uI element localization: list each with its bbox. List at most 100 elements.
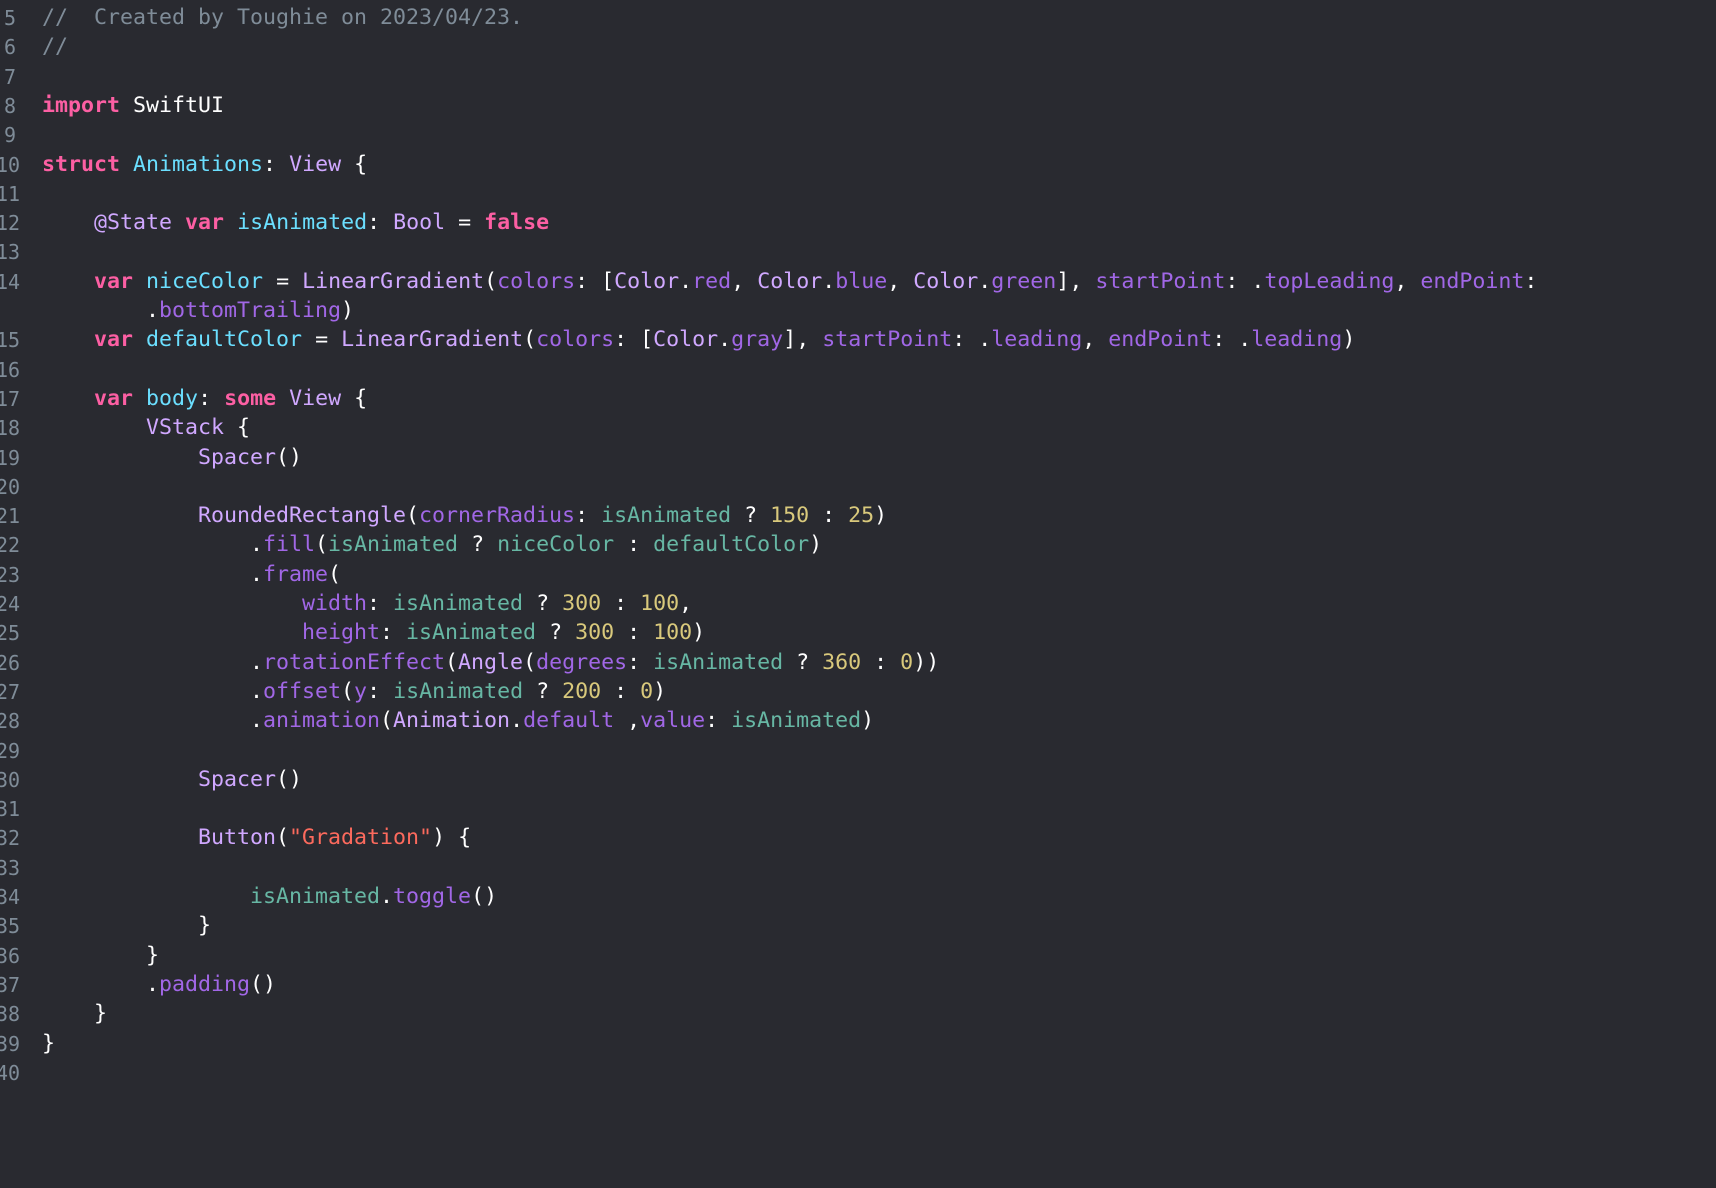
code-line[interactable]: VStack { [42, 412, 250, 444]
code-line[interactable]: } [42, 998, 107, 1030]
code-token: blue [835, 268, 888, 294]
code-token: // [42, 34, 69, 60]
code-token: @State [94, 210, 173, 236]
code-line[interactable]: Spacer() [42, 764, 302, 796]
code-token: isAnimated [406, 620, 537, 646]
code-token: Color [757, 268, 823, 294]
line-number: 19 [0, 445, 21, 470]
code-line[interactable]: // Created by Toughie on 2023/04/23. [42, 2, 523, 34]
code-line[interactable]: } [42, 1028, 55, 1060]
line-number: 37 [0, 972, 21, 997]
code-token: 200 [562, 678, 602, 704]
code-line[interactable]: RoundedRectangle(cornerRadius: isAnimate… [42, 500, 887, 532]
code-token: : [601, 678, 641, 704]
code-token: Button [198, 825, 277, 851]
line-number: 40 [0, 1060, 21, 1085]
code-line[interactable]: var defaultColor = LinearGradient(colors… [42, 324, 1355, 356]
code-token: frame [263, 561, 329, 587]
code-token: 360 [822, 649, 862, 675]
code-token: ) [692, 620, 706, 646]
line-number: 17 [0, 386, 21, 411]
code-token: ( [523, 649, 537, 675]
line-number: 28 [0, 709, 21, 734]
code-token: Color [614, 268, 680, 294]
code-token: topLeading [1264, 268, 1395, 294]
code-token: ? [523, 591, 563, 616]
code-line[interactable]: } [42, 910, 211, 942]
code-line[interactable]: var body: some View { [42, 383, 367, 415]
line-number: 23 [0, 562, 21, 587]
code-token: 100 [653, 620, 693, 646]
code-token: y [354, 678, 368, 704]
code-token: animation [263, 708, 381, 734]
line-number: 16 [0, 357, 21, 382]
line-number: 30 [0, 767, 21, 792]
line-number: 27 [0, 679, 21, 704]
code-token: green [991, 268, 1057, 294]
code-line[interactable]: } [42, 940, 159, 972]
code-token: , [679, 591, 693, 616]
code-token: niceColor [497, 532, 615, 558]
code-token: degrees [536, 649, 628, 675]
line-number: 31 [0, 797, 21, 822]
code-token: : [861, 649, 901, 675]
code-line[interactable]: .frame( [42, 559, 341, 591]
code-token: : . [1225, 268, 1265, 294]
code-line[interactable]: width: isAnimated ? 300 : 100, [42, 588, 692, 620]
code-line[interactable]: // [42, 31, 68, 63]
code-line[interactable]: .bottomTrailing) [42, 295, 354, 327]
line-number: 13 [0, 240, 21, 265]
code-token: Angle [458, 649, 524, 675]
code-token: : [263, 151, 290, 177]
line-number: 24 [0, 592, 21, 616]
code-line[interactable]: .fill(isAnimated ? niceColor : defaultCo… [42, 529, 822, 561]
code-token: } [42, 1001, 108, 1027]
code-editor[interactable]: 5 6 7 8 9 10 11 12 13 14 15 16 17 18 19 20 21 22 23 24 25 26 2… [0, 0, 1716, 1188]
code-line[interactable]: @State var isAnimated: Bool = false [42, 207, 549, 239]
code-token: Spacer [198, 444, 277, 470]
code-token: bottomTrailing [159, 298, 342, 323]
code-token: 0 [900, 649, 914, 675]
code-token: isAnimated [653, 649, 784, 675]
code-token: height [302, 620, 381, 646]
code-line[interactable]: var niceColor = LinearGradient(colors: [… [42, 266, 1537, 298]
code-token: . [42, 678, 264, 704]
code-token: isAnimated [601, 503, 732, 529]
code-token: : [601, 591, 641, 616]
code-line[interactable]: .padding() [42, 969, 276, 1001]
code-token: . [42, 971, 160, 997]
code-line[interactable]: import SwiftUI [42, 90, 224, 122]
code-line[interactable]: Spacer() [42, 442, 302, 474]
code-token: niceColor [146, 268, 264, 294]
code-line[interactable]: .rotationEffect(Angle(degrees: isAnimate… [42, 647, 939, 679]
line-number: 6 [3, 35, 16, 60]
code-token: ) [874, 503, 888, 529]
code-token: () [471, 884, 498, 909]
code-token: : [575, 503, 602, 529]
line-number: 34 [0, 885, 21, 909]
code-token: . [510, 708, 524, 734]
code-token: isAnimated [393, 678, 524, 704]
code-line[interactable]: Button("Gradation") { [42, 822, 471, 854]
code-token: . [718, 327, 732, 353]
code-token: . [42, 561, 264, 587]
code-token: ( [315, 532, 329, 558]
code-token: defaultColor [653, 532, 810, 558]
code-token: isAnimated [328, 532, 459, 558]
code-line[interactable]: isAnimated.toggle() [42, 881, 497, 913]
code-line[interactable]: .offset(y: isAnimated ? 200 : 0) [42, 676, 666, 708]
code-token: ( [341, 678, 355, 704]
code-token: ? [783, 649, 823, 675]
code-line[interactable]: .animation(Animation.default ,value: isA… [42, 705, 874, 737]
code-token: ( [484, 268, 498, 294]
code-line[interactable]: height: isAnimated ? 300 : 100) [42, 617, 705, 649]
code-line[interactable]: struct Animations: View { [42, 149, 367, 181]
code-token: : [1524, 268, 1538, 294]
line-number: 35 [0, 914, 21, 939]
code-token: cornerRadius [419, 503, 576, 529]
